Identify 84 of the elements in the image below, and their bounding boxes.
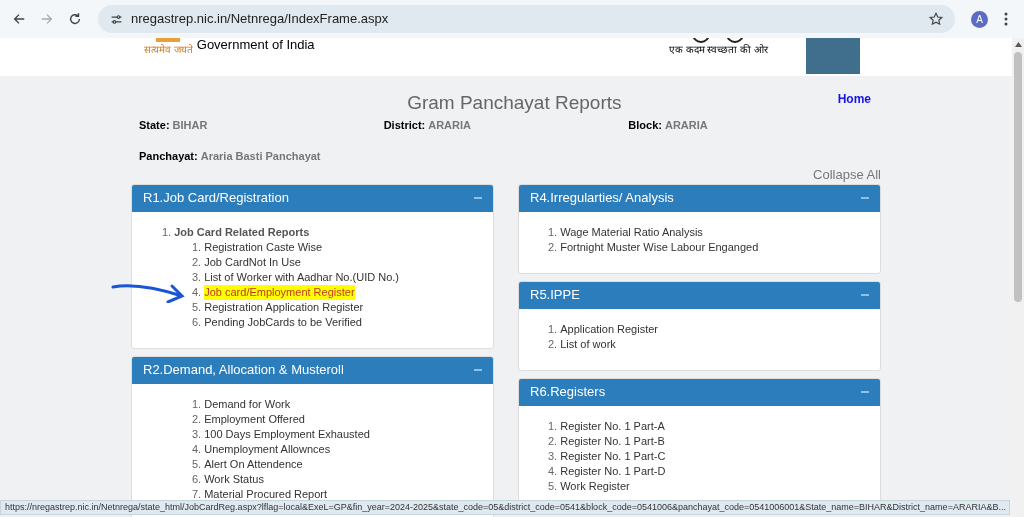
panel-title: R5.IPPE xyxy=(530,286,580,305)
list-number: 1. xyxy=(192,396,202,412)
collapse-all-link[interactable]: Collapse All xyxy=(813,165,881,185)
report-link[interactable]: Alert On Attendence xyxy=(204,456,303,472)
collapse-icon[interactable] xyxy=(474,366,482,374)
page-title: Gram Panchayat Reports xyxy=(406,90,622,115)
profile-avatar[interactable]: A xyxy=(971,10,988,28)
report-link[interactable]: Registration Application Register xyxy=(204,299,364,315)
collapse-icon[interactable] xyxy=(474,194,482,202)
report-link[interactable]: Job Card Related Reports xyxy=(174,224,310,240)
collapse-icon[interactable] xyxy=(861,194,869,202)
status-url: https://nregastrep.nic.in/Netnrega/state_html/JobCardReg.aspx?lflag=local&ExeL=GP&fin_year=2024-2025&state_code=05&district_code=0541&block_code=0541006&panchayat_code=0541006001&State_name=BIHAR&District_name=ARARIA&B... xyxy=(4,501,1007,514)
field-value: ARARIA xyxy=(664,118,708,133)
url-text: nregastrep.nic.in/Netnrega/IndexFrame.aspx xyxy=(131,10,390,29)
panel-title: R1.Job Card/Registration xyxy=(143,189,289,208)
collapse-icon[interactable] xyxy=(861,291,869,299)
forward-icon[interactable] xyxy=(40,12,54,26)
field-value: Araria Basti Panchayat xyxy=(200,148,321,164)
list-number: 3. xyxy=(192,426,202,442)
list-number: 4. xyxy=(192,441,202,457)
list-number: 2. xyxy=(192,411,202,427)
report-link[interactable]: List of Worker with Aadhar No.(UID No.) xyxy=(204,269,399,285)
bookmark-star-icon[interactable] xyxy=(929,12,943,26)
list-number: 1. xyxy=(162,224,172,240)
emblem-motto: सत्यमेव जयते xyxy=(144,44,193,56)
list-number: 3. xyxy=(192,269,202,285)
hand-drawn-arrow-icon xyxy=(110,281,186,303)
report-link[interactable]: Material Procured Report xyxy=(204,486,328,502)
list-number: 2. xyxy=(548,433,558,449)
scrollbar-thumb[interactable] xyxy=(1014,52,1022,302)
list-number: 5. xyxy=(192,456,202,472)
report-link[interactable]: List of work xyxy=(560,336,616,352)
list-number: 5. xyxy=(548,478,558,494)
report-link[interactable]: Application Register xyxy=(560,321,659,337)
field-label: Panchayat: xyxy=(139,148,198,164)
list-number: 7. xyxy=(192,486,202,502)
report-link[interactable]: Employment Offered xyxy=(204,411,305,427)
panel-title: R6.Registers xyxy=(530,383,606,402)
field-label: Block: xyxy=(628,118,662,133)
field-value: ARARIA xyxy=(428,118,471,133)
report-link[interactable]: Pending JobCards to be Verified xyxy=(204,314,362,330)
list-number: 1. xyxy=(548,418,558,434)
menu-icon[interactable] xyxy=(1004,12,1008,26)
report-link[interactable]: Demand for Work xyxy=(204,396,291,412)
list-number: 6. xyxy=(192,314,202,330)
org-name: Government of India xyxy=(196,38,315,52)
report-link[interactable]: Work Status xyxy=(204,471,264,487)
panel-title: R4.Irregularties/ Analysis xyxy=(530,189,674,208)
report-link[interactable]: Register No. 1 Part-C xyxy=(560,448,666,464)
list-number: 4. xyxy=(548,463,558,479)
collapse-icon[interactable] xyxy=(861,388,869,396)
field-value: BIHAR xyxy=(172,118,208,133)
list-number: 1. xyxy=(192,239,202,255)
panel-title: R2.Demand, Allocation & Musteroll xyxy=(143,361,344,380)
list-number: 2. xyxy=(548,239,558,255)
list-number: 1. xyxy=(548,321,558,337)
list-number: 5. xyxy=(192,299,202,315)
report-link[interactable]: Job card/Employment Register xyxy=(204,284,355,300)
report-link[interactable]: Wage Material Ratio Analysis xyxy=(560,224,703,240)
report-link[interactable]: Register No. 1 Part-B xyxy=(560,433,665,449)
back-icon[interactable] xyxy=(12,12,26,26)
field-label: District: xyxy=(383,118,426,133)
list-number: 3. xyxy=(548,448,558,464)
list-number: 6. xyxy=(192,471,202,487)
report-link[interactable]: Work Register xyxy=(560,478,630,494)
home-link[interactable]: Home xyxy=(837,90,871,108)
reload-icon[interactable] xyxy=(68,12,82,26)
list-number: 2. xyxy=(548,336,558,352)
list-number: 4. xyxy=(192,284,202,300)
field-label: State: xyxy=(139,118,170,133)
report-link[interactable]: 100 Days Employment Exhausted xyxy=(204,426,370,442)
list-number: 1. xyxy=(548,224,558,240)
list-number: 2. xyxy=(192,254,202,270)
scroll-up-icon[interactable] xyxy=(1014,42,1022,47)
site-settings-icon[interactable] xyxy=(110,12,123,26)
report-link[interactable]: Register No. 1 Part-D xyxy=(560,463,666,479)
report-link[interactable]: Unemployment Allownces xyxy=(204,441,331,457)
report-link[interactable]: Fortnight Muster Wise Labour Enganged xyxy=(560,239,759,255)
report-link[interactable]: Register No. 1 Part-A xyxy=(560,418,665,434)
address-bar[interactable]: nregastrep.nic.in/Netnrega/IndexFrame.aspx xyxy=(98,5,955,33)
poster-placeholder xyxy=(806,38,860,74)
report-link[interactable]: Job CardNot In Use xyxy=(204,254,301,270)
slogan-text: एक कदम स्वच्छता की ओर xyxy=(668,44,768,56)
report-link[interactable]: Registration Caste Wise xyxy=(204,239,323,255)
